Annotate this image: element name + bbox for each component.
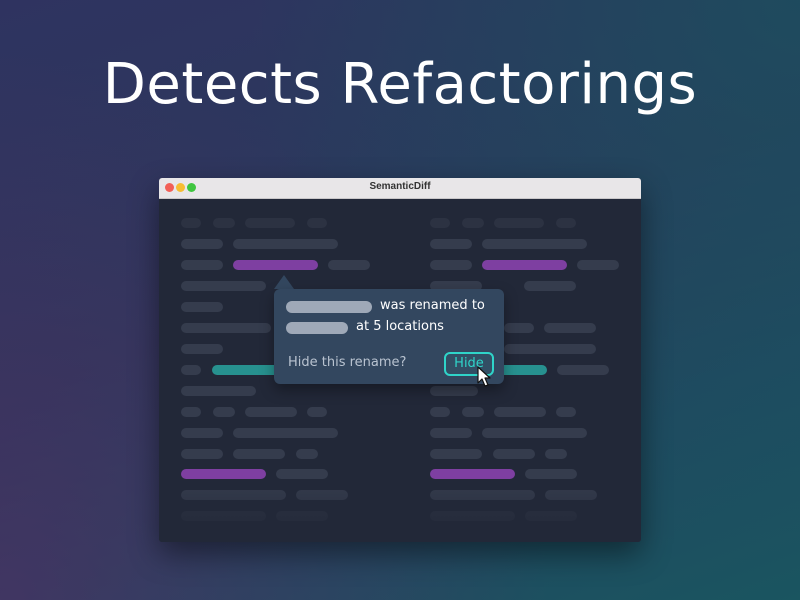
renamed-symbol-highlight[interactable] — [181, 469, 266, 479]
popover-arrow — [274, 275, 294, 289]
code-token — [181, 344, 223, 354]
rename-message-line1: was renamed to — [380, 298, 485, 313]
code-token — [181, 323, 271, 333]
renamed-symbol-highlight[interactable] — [233, 260, 318, 270]
code-token — [462, 407, 484, 417]
code-token — [181, 490, 286, 500]
app-window: SemanticDiff was renamed to at 5 locatio… — [159, 178, 641, 542]
code-token — [181, 218, 201, 228]
code-token — [545, 490, 597, 500]
window-title: SemanticDiff — [369, 181, 431, 192]
code-token — [494, 218, 544, 228]
code-token — [430, 386, 478, 396]
code-token — [276, 469, 328, 479]
old-name-placeholder — [286, 301, 372, 313]
code-token — [181, 281, 266, 291]
code-token — [524, 281, 576, 291]
code-token — [556, 218, 576, 228]
code-token — [181, 407, 201, 417]
code-token — [181, 511, 266, 521]
code-token — [181, 260, 223, 270]
code-token — [545, 449, 567, 459]
code-token — [233, 239, 338, 249]
code-token — [213, 407, 235, 417]
code-token — [482, 239, 587, 249]
headline: Detects Refactorings — [102, 52, 698, 117]
code-token — [181, 365, 201, 375]
window-titlebar: SemanticDiff — [159, 178, 641, 199]
renamed-symbol-highlight[interactable] — [482, 260, 567, 270]
code-token — [307, 218, 327, 228]
code-token — [181, 386, 256, 396]
code-token — [525, 469, 577, 479]
code-token — [181, 302, 223, 312]
mouse-pointer-icon — [477, 366, 491, 387]
code-token — [245, 218, 295, 228]
code-token — [493, 449, 535, 459]
hide-rename-question: Hide this rename? — [288, 355, 407, 370]
code-token — [307, 407, 327, 417]
code-token — [233, 428, 338, 438]
code-token — [482, 428, 587, 438]
renamed-symbol-highlight[interactable] — [430, 469, 515, 479]
code-token — [557, 365, 609, 375]
code-token — [296, 490, 348, 500]
code-token — [525, 511, 577, 521]
code-token — [577, 260, 619, 270]
code-token — [181, 449, 223, 459]
code-token — [245, 407, 297, 417]
code-token — [430, 490, 535, 500]
code-token — [494, 407, 546, 417]
new-name-placeholder — [286, 322, 348, 334]
code-token — [296, 449, 318, 459]
code-token — [430, 407, 450, 417]
code-token — [276, 511, 328, 521]
code-token — [430, 218, 450, 228]
code-token — [430, 260, 472, 270]
moved-code-highlight[interactable] — [212, 365, 282, 375]
code-token — [504, 344, 596, 354]
code-token — [181, 239, 223, 249]
code-token — [430, 511, 515, 521]
code-token — [430, 428, 472, 438]
code-token — [213, 218, 235, 228]
code-token — [233, 449, 285, 459]
code-token — [504, 323, 534, 333]
rename-message-line2: at 5 locations — [356, 319, 444, 334]
code-token — [430, 239, 472, 249]
bottom-fade-overlay — [159, 478, 641, 542]
code-token — [556, 407, 576, 417]
code-token — [544, 323, 596, 333]
code-token — [462, 218, 484, 228]
code-token — [430, 449, 482, 459]
code-token — [181, 428, 223, 438]
rename-popover: was renamed to at 5 locations Hide this … — [274, 289, 504, 384]
code-token — [328, 260, 370, 270]
